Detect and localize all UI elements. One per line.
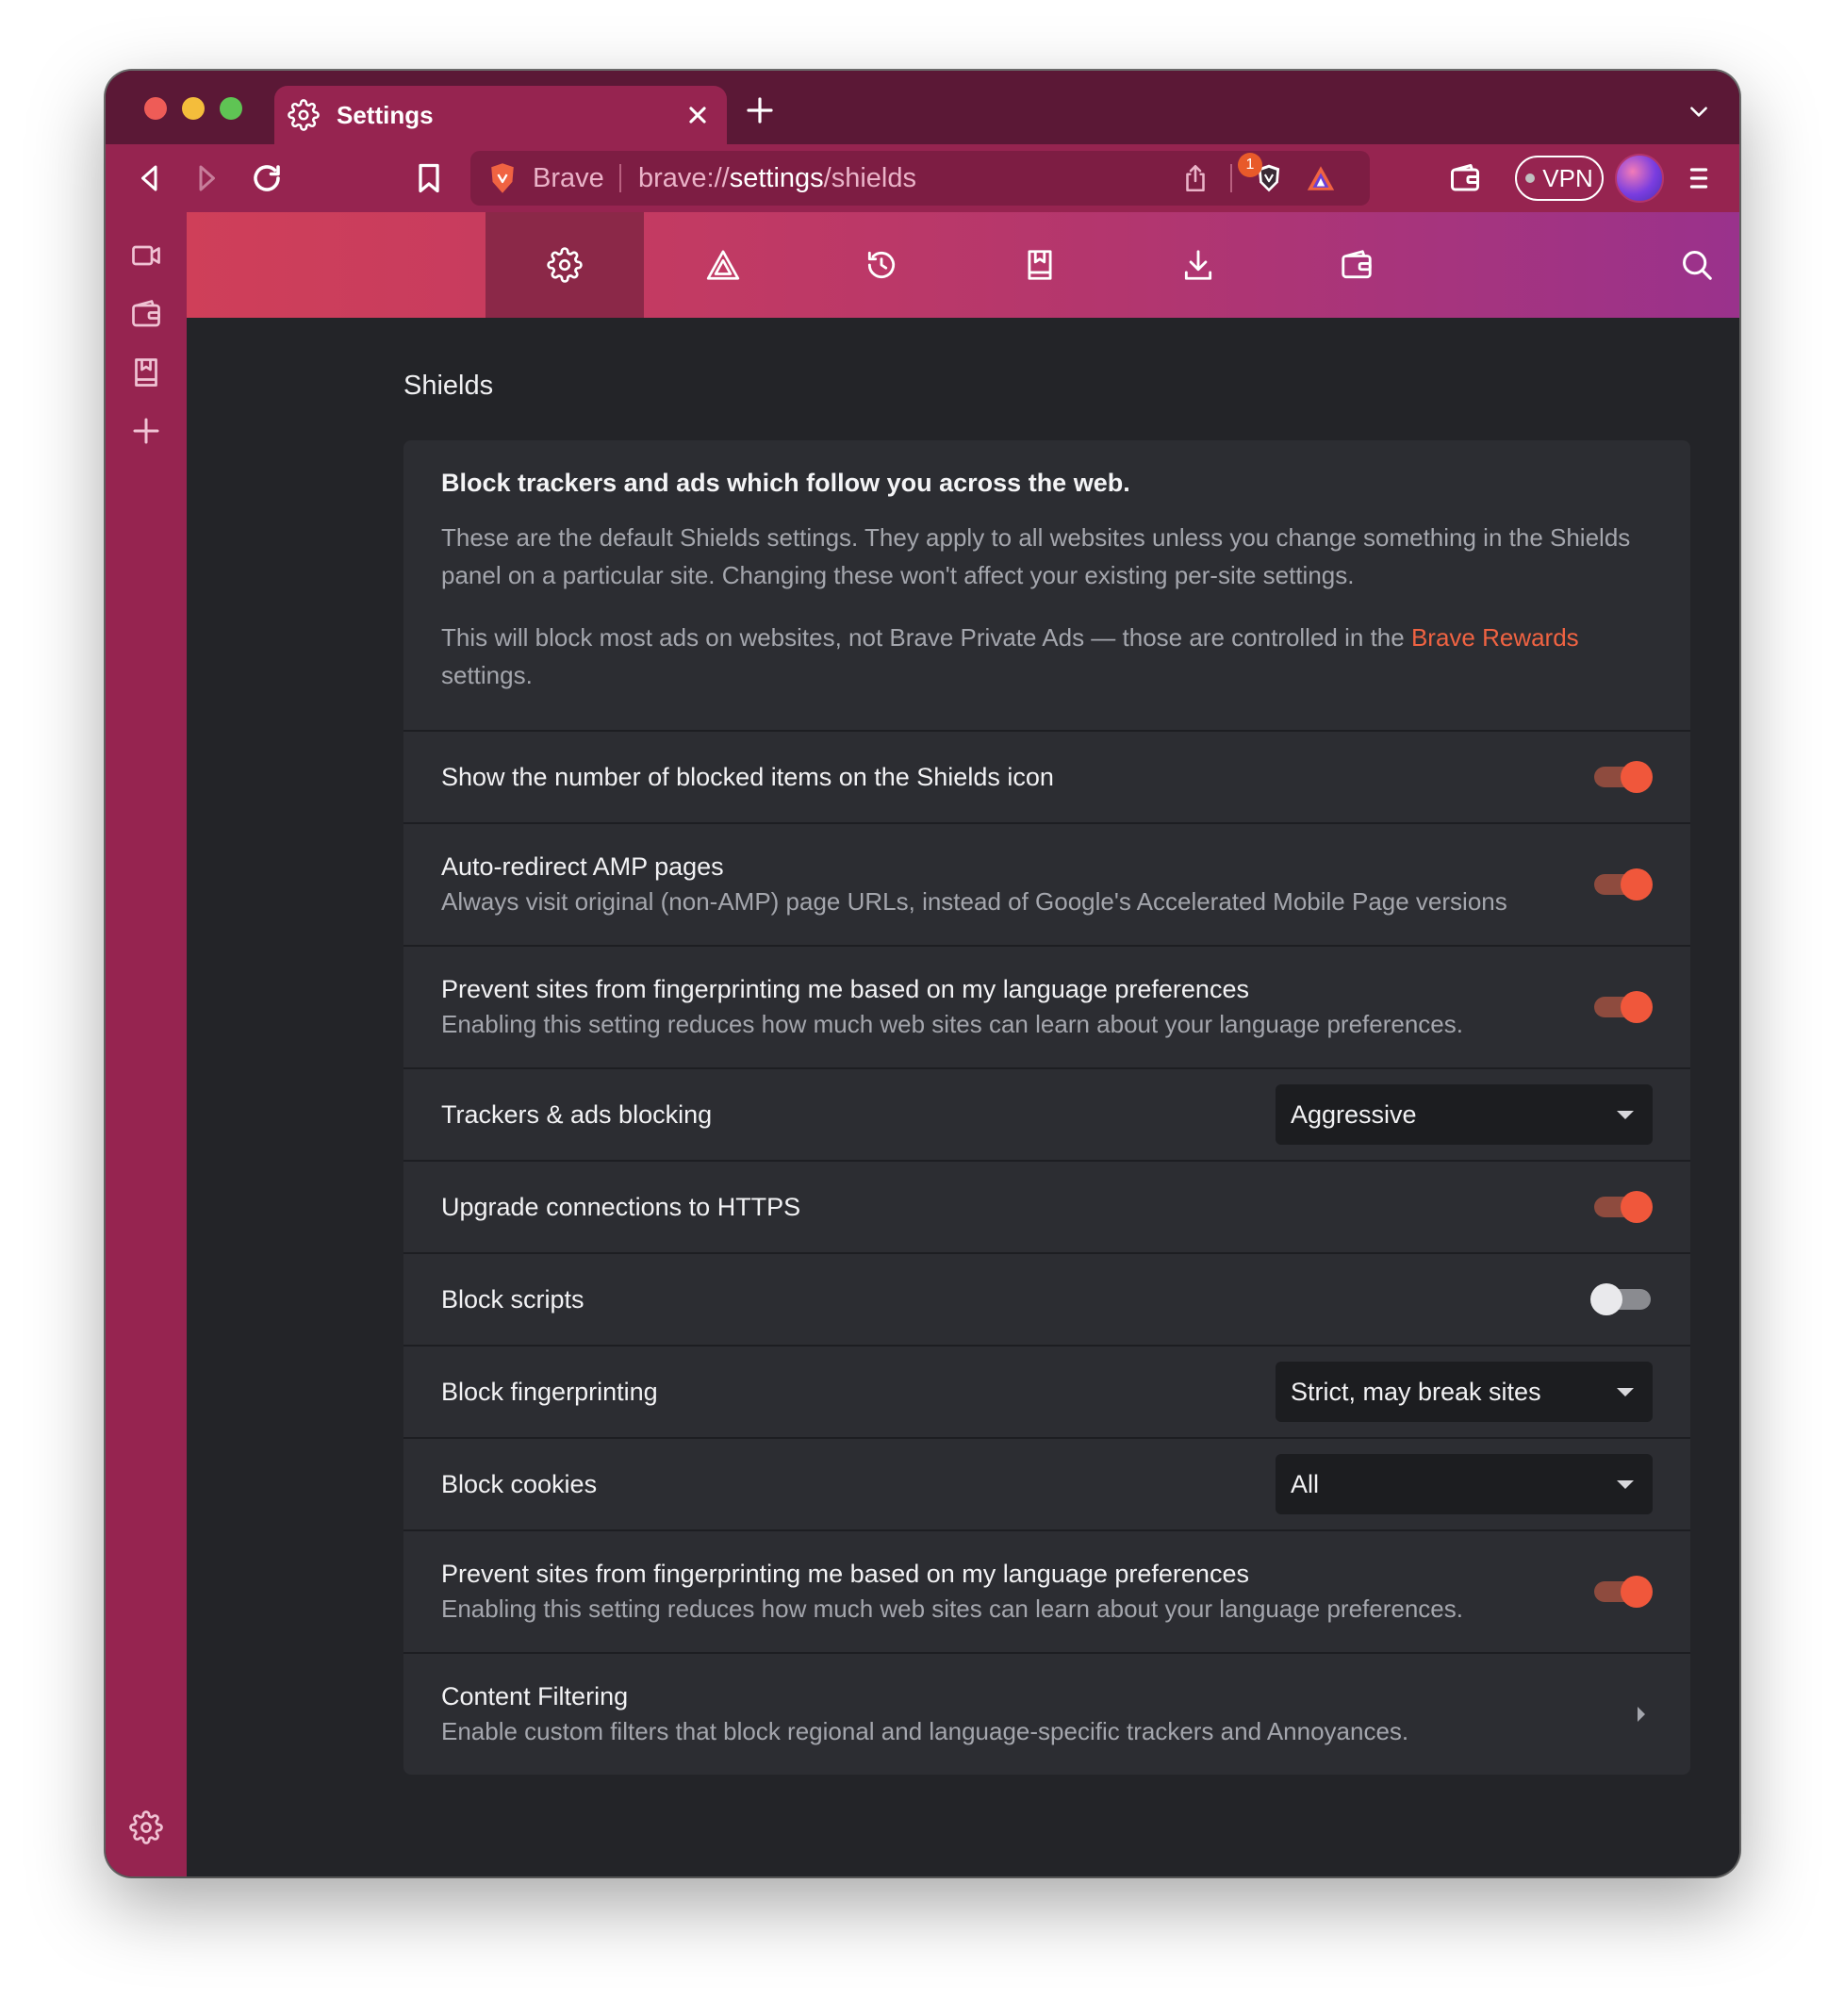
share-icon[interactable] bbox=[1179, 162, 1211, 194]
setting-row-trackers: Trackers & ads blocking Aggressive bbox=[403, 1067, 1690, 1160]
intro-paragraph-rewards: This will block most ads on websites, no… bbox=[441, 623, 1579, 689]
nav-rewards[interactable] bbox=[644, 212, 802, 318]
setting-title: Trackers & ads blocking bbox=[441, 1099, 713, 1129]
sidebar-settings-icon[interactable] bbox=[129, 1810, 163, 1844]
setting-description: Enabling this setting reduces how much w… bbox=[441, 1595, 1463, 1623]
brave-rewards-icon[interactable] bbox=[1305, 162, 1337, 194]
nav-wallet[interactable] bbox=[1277, 212, 1436, 318]
select-value: All bbox=[1291, 1469, 1320, 1498]
settings-nav-band bbox=[187, 212, 1739, 318]
zoom-window-button[interactable] bbox=[220, 97, 242, 120]
omnibox-divider bbox=[619, 164, 621, 192]
bookmark-icon[interactable] bbox=[412, 161, 446, 195]
setting-row-language-fingerprinting: Prevent sites from fingerprinting me bas… bbox=[403, 945, 1690, 1067]
language-fingerprinting-toggle-2[interactable] bbox=[1594, 1575, 1653, 1609]
setting-title: Prevent sites from fingerprinting me bas… bbox=[441, 975, 1249, 1003]
setting-title: Upgrade connections to HTTPS bbox=[441, 1192, 801, 1221]
show-count-toggle[interactable] bbox=[1594, 760, 1653, 794]
history-icon bbox=[867, 251, 896, 279]
leo-chat-icon[interactable] bbox=[129, 239, 163, 273]
vpn-label: VPN bbox=[1542, 163, 1593, 192]
caret-down-icon bbox=[1617, 1110, 1634, 1119]
profile-avatar[interactable] bbox=[1615, 154, 1664, 203]
intro-heading: Block trackers and ads which follow you … bbox=[441, 469, 1130, 497]
https-toggle[interactable] bbox=[1594, 1190, 1653, 1224]
rewards-triangle-icon bbox=[706, 250, 740, 280]
settings-content: Shields Block trackers and ads which fol… bbox=[187, 318, 1739, 1876]
sidebar bbox=[106, 212, 187, 1876]
bookmarks-icon bbox=[1028, 250, 1052, 280]
vpn-button[interactable]: VPN bbox=[1515, 156, 1604, 201]
setting-title: Show the number of blocked items on the … bbox=[441, 762, 1054, 791]
add-icon[interactable] bbox=[129, 414, 163, 448]
intro-paragraph: These are the default Shields settings. … bbox=[441, 523, 1631, 589]
nav-settings[interactable] bbox=[486, 212, 644, 318]
vpn-status-dot bbox=[1525, 174, 1536, 183]
nav-history[interactable] bbox=[802, 212, 961, 318]
page-title: Shields bbox=[403, 371, 494, 401]
brave-rewards-link[interactable]: Brave Rewards bbox=[1411, 623, 1579, 652]
back-icon[interactable] bbox=[133, 161, 167, 195]
setting-title: Prevent sites from fingerprinting me bas… bbox=[441, 1560, 1249, 1588]
trackers-select[interactable]: Aggressive bbox=[1276, 1084, 1653, 1145]
nav-bookmarks[interactable] bbox=[961, 212, 1119, 318]
shields-card: Block trackers and ads which follow you … bbox=[403, 440, 1690, 1775]
brave-shield-icon bbox=[491, 163, 514, 193]
language-fingerprinting-toggle[interactable] bbox=[1594, 990, 1653, 1024]
setting-row-https: Upgrade connections to HTTPS bbox=[403, 1160, 1690, 1252]
select-value: Strict, may break sites bbox=[1291, 1377, 1541, 1406]
setting-title: Content Filtering bbox=[441, 1682, 629, 1710]
chevron-right-icon bbox=[1638, 1707, 1645, 1722]
shields-intro: Block trackers and ads which follow you … bbox=[403, 440, 1690, 730]
browser-window: Settings Brave brave://settings/shields … bbox=[106, 71, 1739, 1876]
caret-down-icon bbox=[1617, 1479, 1634, 1489]
omnibox-divider bbox=[1230, 164, 1232, 192]
setting-row-show-count: Show the number of blocked items on the … bbox=[403, 730, 1690, 822]
setting-row-content-filtering[interactable]: Content Filtering Enable custom filters … bbox=[403, 1652, 1690, 1775]
scripts-toggle[interactable] bbox=[1590, 1282, 1653, 1316]
toolbar: Brave brave://settings/shields 1 VPN bbox=[106, 144, 1739, 212]
download-icon bbox=[1184, 250, 1212, 280]
reload-icon[interactable] bbox=[250, 161, 284, 195]
address-bar[interactable]: Brave brave://settings/shields bbox=[470, 151, 1370, 206]
gear-icon bbox=[547, 247, 583, 283]
setting-title: Auto-redirect AMP pages bbox=[441, 852, 724, 881]
wallet-icon bbox=[1342, 250, 1372, 279]
amp-toggle[interactable] bbox=[1594, 868, 1653, 901]
close-tab-icon[interactable] bbox=[682, 99, 714, 131]
wallet-icon[interactable] bbox=[129, 297, 163, 331]
caret-down-icon bbox=[1617, 1387, 1634, 1396]
new-tab-icon[interactable] bbox=[745, 95, 775, 125]
forward-icon[interactable] bbox=[189, 161, 223, 195]
setting-row-cookies: Block cookies All bbox=[403, 1437, 1690, 1529]
minimize-window-button[interactable] bbox=[182, 97, 205, 120]
setting-description: Always visit original (non-AMP) page URL… bbox=[441, 887, 1507, 916]
reading-list-icon[interactable] bbox=[129, 355, 163, 389]
setting-title: Block cookies bbox=[441, 1469, 598, 1498]
setting-row-amp: Auto-redirect AMP pages Always visit ori… bbox=[403, 822, 1690, 945]
search-icon[interactable] bbox=[1679, 247, 1715, 283]
tab-title: Settings bbox=[337, 100, 434, 129]
fingerprinting-select[interactable]: Strict, may break sites bbox=[1276, 1362, 1653, 1422]
chevron-down-icon[interactable] bbox=[1687, 99, 1711, 124]
setting-title: Block fingerprinting bbox=[441, 1377, 658, 1406]
rewards-count-badge: 1 bbox=[1238, 153, 1262, 177]
setting-description: Enable custom filters that block regiona… bbox=[441, 1717, 1409, 1745]
title-bar: Settings bbox=[106, 71, 1739, 144]
gear-icon bbox=[288, 99, 320, 131]
brand-label: Brave bbox=[533, 163, 604, 193]
setting-title: Block scripts bbox=[441, 1284, 584, 1314]
select-value: Aggressive bbox=[1291, 1099, 1417, 1129]
setting-row-fingerprinting: Block fingerprinting Strict, may break s… bbox=[403, 1345, 1690, 1437]
url-text[interactable]: brave://settings/shields bbox=[638, 163, 916, 194]
nav-downloads[interactable] bbox=[1119, 212, 1277, 318]
setting-description: Enabling this setting reduces how much w… bbox=[441, 1010, 1463, 1038]
setting-row-scripts: Block scripts bbox=[403, 1252, 1690, 1345]
setting-row-language-fingerprinting-2: Prevent sites from fingerprinting me bas… bbox=[403, 1529, 1690, 1652]
wallet-icon[interactable] bbox=[1448, 161, 1482, 195]
tab-settings[interactable]: Settings bbox=[274, 86, 727, 144]
menu-icon[interactable] bbox=[1682, 161, 1716, 195]
close-window-button[interactable] bbox=[144, 97, 167, 120]
cookies-select[interactable]: All bbox=[1276, 1454, 1653, 1514]
